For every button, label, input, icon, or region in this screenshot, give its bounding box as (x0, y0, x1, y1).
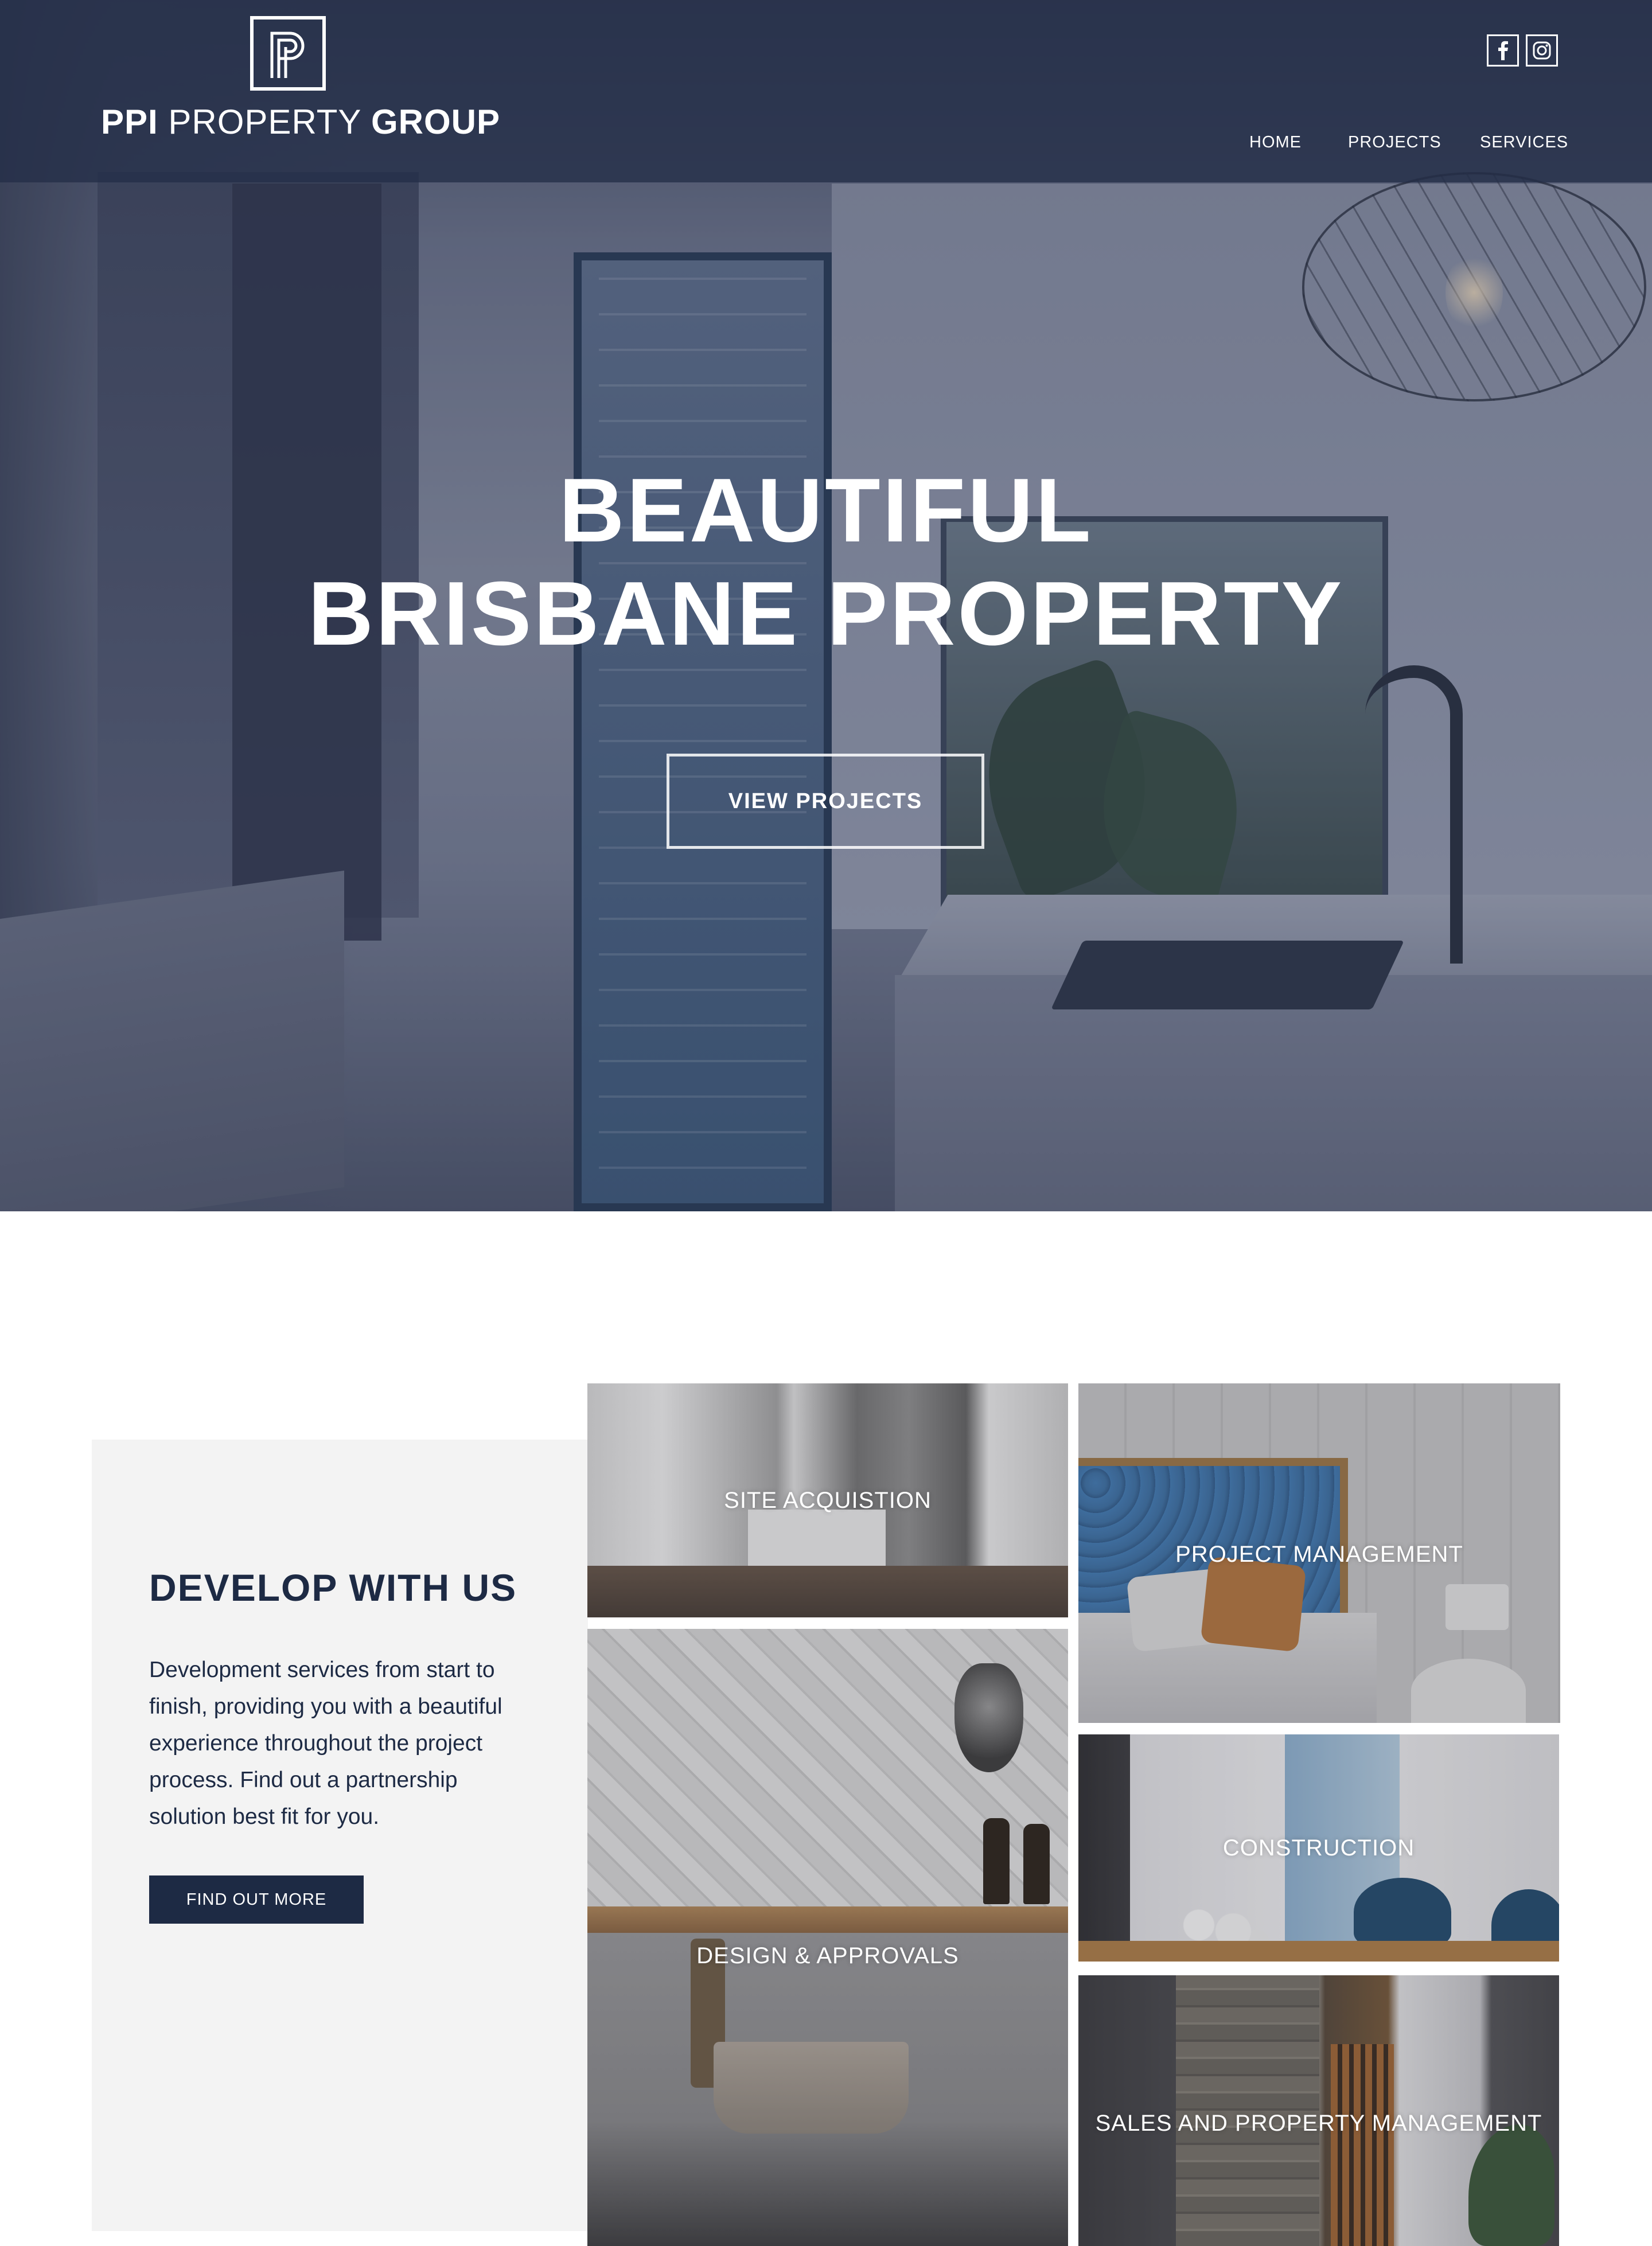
tile-project-management[interactable]: PROJECT MANAGEMENT (1078, 1383, 1560, 1723)
instagram-link[interactable] (1526, 34, 1558, 67)
hero-section: PPI PROPERTY GROUP HOME PROJECTS SERVICE… (0, 0, 1652, 1211)
develop-description: Development services from start to finis… (149, 1658, 502, 1829)
site-header: PPI PROPERTY GROUP HOME PROJECTS SERVICE… (0, 0, 1652, 182)
logo-word-ppi: PPI (101, 103, 158, 141)
facebook-icon (1498, 41, 1508, 60)
tile-label: PROJECT MANAGEMENT (1175, 1542, 1463, 1567)
tile-label: SALES AND PROPERTY MANAGEMENT (1095, 2111, 1542, 2136)
tile-label: SITE ACQUISTION (724, 1488, 932, 1513)
tile-site-acquisition[interactable]: SITE ACQUISTION (587, 1383, 1068, 1617)
tile-label: CONSTRUCTION (1222, 1835, 1415, 1861)
develop-panel (92, 1440, 588, 2231)
nav-home[interactable]: HOME (1249, 133, 1302, 152)
hero-title-line-2: BRISBANE PROPERTY (307, 563, 1345, 664)
site-logo[interactable]: PPI PROPERTY GROUP (101, 16, 500, 148)
logo-mark (250, 16, 326, 91)
develop-title: DEVELOP WITH US (149, 1566, 517, 1609)
tile-construction[interactable]: CONSTRUCTION (1078, 1734, 1559, 1962)
instagram-icon (1533, 41, 1551, 60)
tile-overlay (587, 1629, 1068, 2246)
nav-services[interactable]: SERVICES (1480, 133, 1568, 152)
logo-word-property: PROPERTY (168, 103, 361, 141)
hero-title: BEAUTIFUL BRISBANE PROPERTY (0, 459, 1652, 665)
logo-word-group: GROUP (371, 103, 500, 141)
tile-label: DESIGN & APPROVALS (696, 1943, 959, 1968)
nav-projects[interactable]: PROJECTS (1348, 133, 1441, 152)
logo-wordmark: PPI PROPERTY GROUP (101, 102, 500, 142)
tile-sales-property-management[interactable]: SALES AND PROPERTY MANAGEMENT (1078, 1975, 1559, 2246)
logo-p-icon (270, 32, 305, 78)
view-projects-button[interactable]: VIEW PROJECTS (667, 754, 984, 849)
facebook-link[interactable] (1487, 34, 1519, 67)
tile-design-approvals[interactable]: DESIGN & APPROVALS (587, 1629, 1068, 2246)
hero-title-line-1: BEAUTIFUL (559, 460, 1093, 561)
find-out-more-button[interactable]: FIND OUT MORE (149, 1875, 364, 1924)
